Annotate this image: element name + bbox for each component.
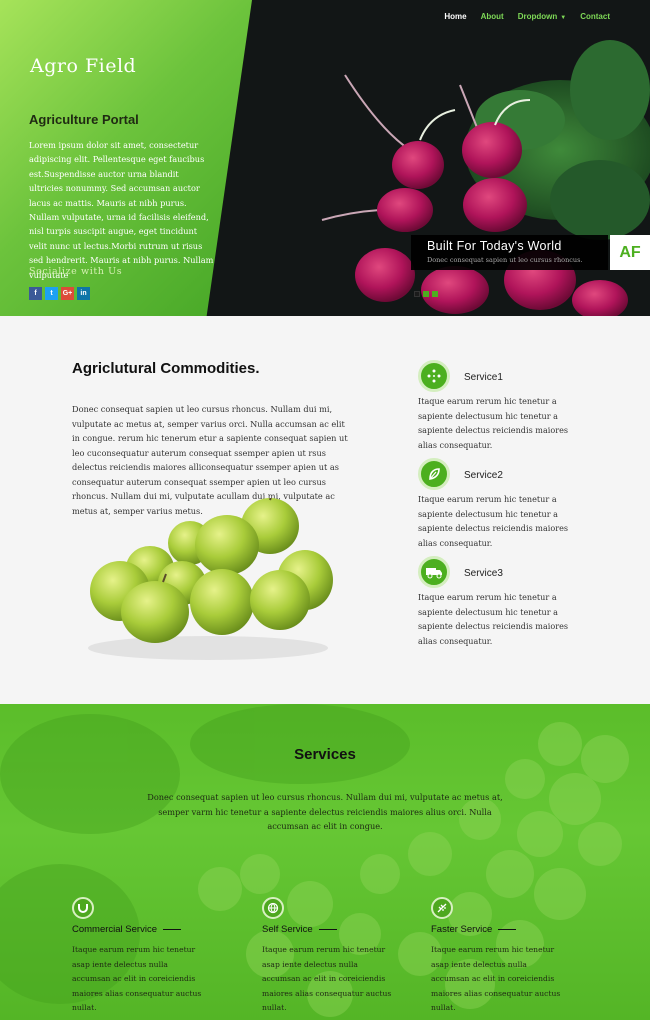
twitter-icon[interactable]: t — [45, 287, 58, 300]
panel-title: Agriculture Portal — [29, 112, 139, 127]
service-column-name[interactable]: Commercial Service — [72, 924, 181, 935]
slider-dots — [414, 291, 438, 297]
service-column-name[interactable]: Faster Service — [431, 924, 517, 935]
nav-dropdown[interactable]: Dropdown ▼ — [518, 12, 567, 21]
title-underline — [498, 928, 517, 930]
magnet-icon — [72, 897, 94, 919]
title-underline — [318, 928, 337, 930]
panel-text: Lorem ipsum dolor sit amet, consectetur … — [29, 140, 214, 280]
commodities-title: Agriclutural Commodities. — [72, 360, 260, 377]
google-plus-icon[interactable]: G+ — [61, 287, 74, 300]
globe-icon — [262, 897, 284, 919]
nav-contact[interactable]: Contact — [580, 12, 610, 21]
slider-dot[interactable] — [414, 291, 420, 297]
service-column-text: Itaque earum rerum hic tenetur asap ient… — [262, 945, 392, 1012]
service-text: Itaque earum rerum hic tenetur a sapient… — [418, 396, 569, 450]
caret-down-icon: ▼ — [560, 15, 567, 21]
hero-section: Agro Field Agriculture Portal Lorem ipsu… — [0, 0, 650, 316]
wheat-icon — [431, 897, 453, 919]
service-column-name[interactable]: Self Service — [262, 924, 337, 935]
service-name[interactable]: Service1 — [464, 372, 503, 383]
service-column-label: Faster Service — [431, 924, 493, 935]
social-title: Socialize with Us — [29, 266, 123, 277]
nav-home[interactable]: Home — [444, 12, 466, 21]
slide-caption-title: Built For Today's World — [427, 239, 562, 253]
service-text: Itaque earum rerum hic tenetur a sapient… — [418, 494, 569, 548]
service-column-label: Self Service — [262, 924, 313, 935]
main-nav: Home About Dropdown ▼ Contact — [444, 12, 610, 21]
slide-caption: Built For Today's World Donec consequat … — [411, 235, 608, 270]
leaf-icon — [418, 458, 450, 490]
dots-circle-icon — [418, 360, 450, 392]
linkedin-icon[interactable]: in — [77, 287, 90, 300]
slider-dot[interactable] — [432, 291, 438, 297]
slider-dot-active[interactable] — [423, 291, 429, 297]
truck-icon — [418, 556, 450, 588]
site-logo[interactable]: Agro Field — [30, 55, 136, 77]
af-badge: AF — [610, 235, 650, 270]
service-name[interactable]: Service3 — [464, 568, 503, 579]
service-column-label: Commercial Service — [72, 924, 157, 935]
slide-caption-subtitle: Donec consequat sapien ut leo cursus rho… — [427, 256, 583, 264]
facebook-icon[interactable]: f — [29, 287, 42, 300]
service-text: Itaque earum rerum hic tenetur a sapient… — [418, 592, 569, 646]
commodities-section: Agriclutural Commodities. Donec consequa… — [0, 316, 650, 704]
green-apples-image — [88, 498, 333, 660]
services-text: Donec consequat sapien ut leo cursus rho… — [147, 792, 503, 831]
social-links: f t G+ in — [29, 287, 90, 300]
services-title: Services — [294, 746, 356, 763]
service-column-text: Itaque earum rerum hic tenetur asap ient… — [431, 945, 561, 1012]
service-column-text: Itaque earum rerum hic tenetur asap ient… — [72, 945, 202, 1012]
nav-dropdown-label: Dropdown — [517, 12, 558, 21]
service-name[interactable]: Service2 — [464, 470, 503, 481]
services-section: Services Donec consequat sapien ut leo c… — [0, 704, 650, 1020]
nav-about[interactable]: About — [481, 12, 504, 21]
title-underline — [163, 928, 181, 930]
